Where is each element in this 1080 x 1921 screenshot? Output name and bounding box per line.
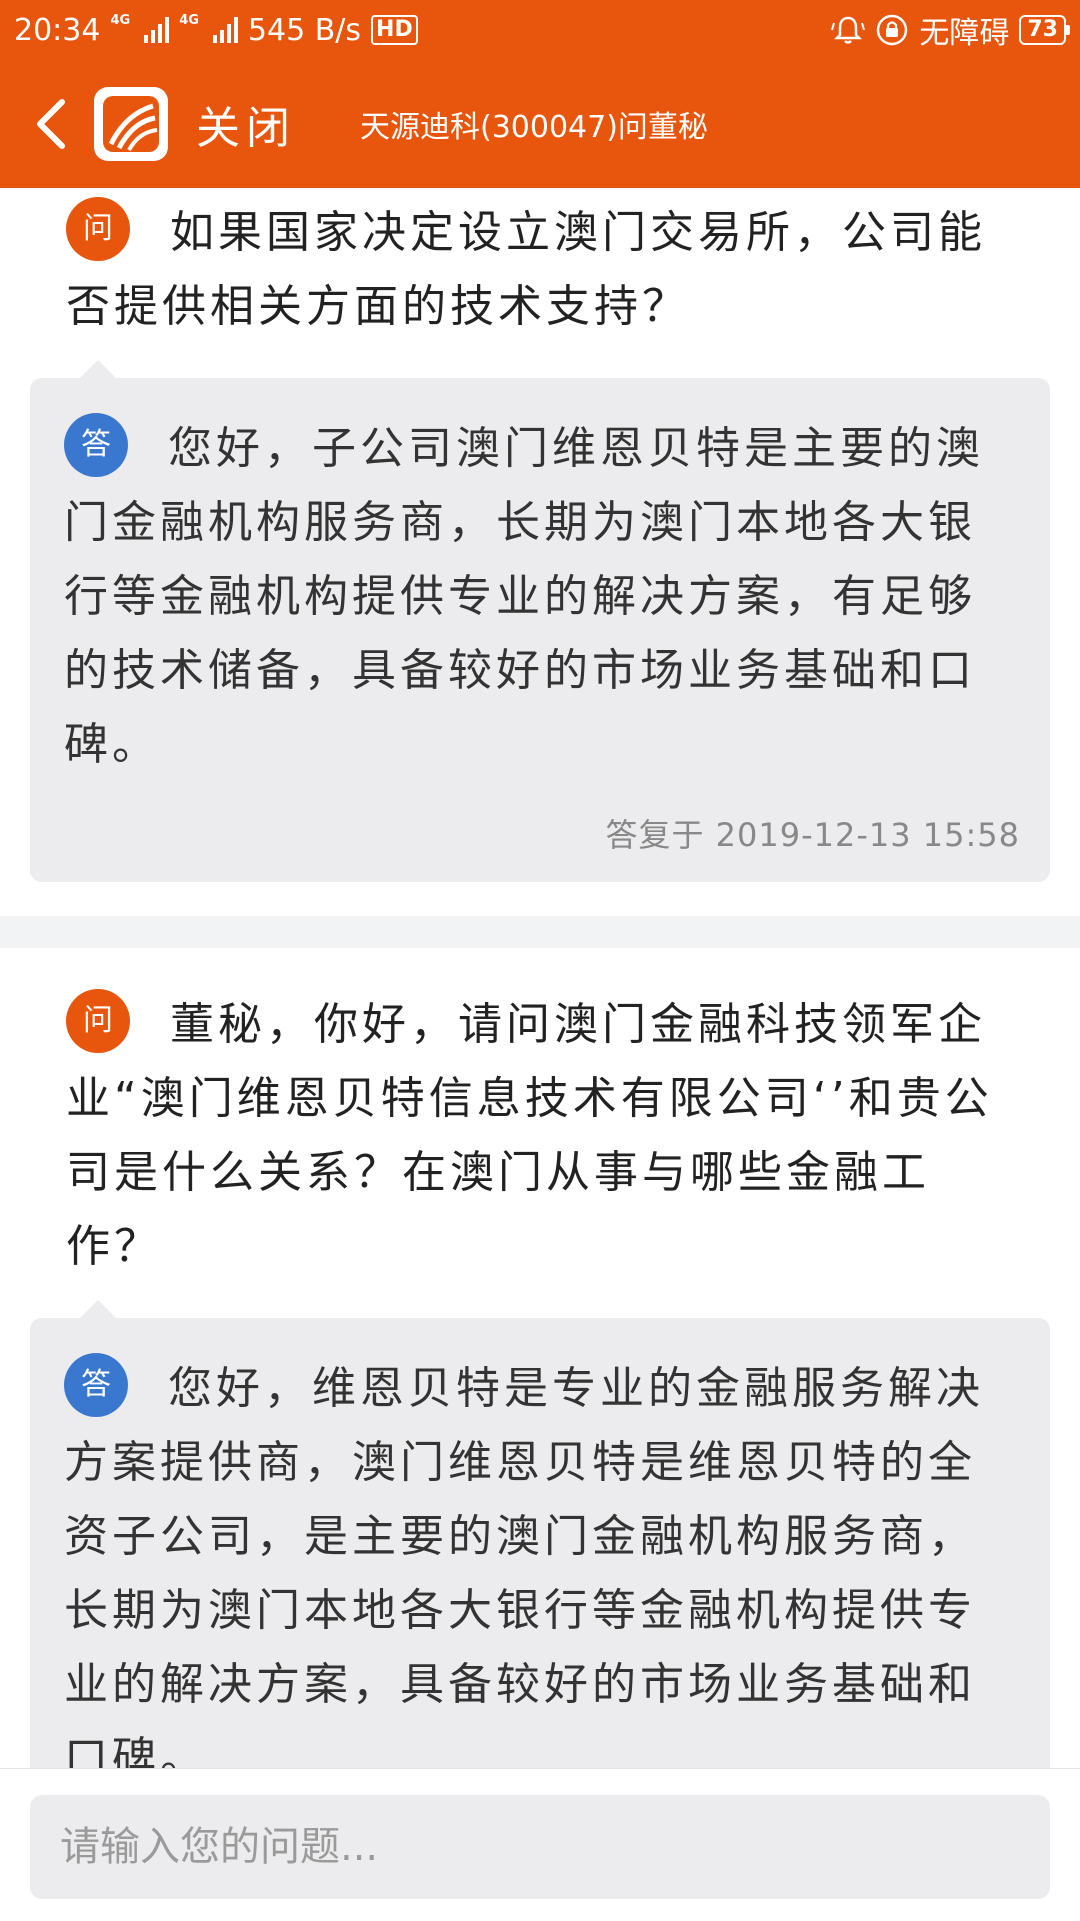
question-text-block: 问董秘，你好，请问澳门金融科技领军企业“澳门维恩贝特信息技术有限公司‘’和贵公司…	[66, 988, 1014, 1284]
question-input[interactable]	[30, 1795, 1050, 1899]
rotation-lock-icon	[877, 14, 908, 46]
answer-badge: 答	[64, 413, 128, 477]
vibrate-bell-icon	[831, 16, 866, 44]
divider	[0, 916, 1080, 948]
input-bar	[0, 1768, 1080, 1921]
question-text-block: 问如果国家决定设立澳门交易所，公司能否提供相关方面的技术支持？	[66, 196, 1014, 344]
hd-icon: HD	[371, 15, 418, 45]
network-type-1: 4G	[110, 12, 131, 28]
qa-item: 问如果国家决定设立澳门交易所，公司能否提供相关方面的技术支持？ 答您好，子公司澳…	[0, 188, 1080, 882]
question-badge: 问	[66, 197, 130, 261]
answer-badge: 答	[64, 1353, 128, 1417]
answer-timestamp: 答复于 2019-12-13 15:58	[605, 816, 1020, 854]
question-text: 如果国家决定设立澳门交易所，公司能否提供相关方面的技术支持？	[66, 207, 986, 332]
chevron-left-icon	[37, 99, 65, 149]
network-speed: 545 B/s	[247, 12, 362, 48]
accessibility-label: 无障碍	[919, 16, 1010, 51]
answer-bubble: 答您好，子公司澳门维恩贝特是主要的澳门金融机构服务商，长期为澳门本地各大银行等金…	[30, 360, 1050, 882]
answer-text-block: 答您好，子公司澳门维恩贝特是主要的澳门金融机构服务商，长期为澳门本地各大银行等金…	[64, 412, 1020, 782]
back-button[interactable]	[10, 60, 90, 188]
app-header: 关闭 天源迪科(300047)问董秘	[0, 60, 1080, 188]
question-text: 董秘，你好，请问澳门金融科技领军企业“澳门维恩贝特信息技术有限公司‘’和贵公司是…	[66, 999, 993, 1272]
answer-text: 您好，子公司澳门维恩贝特是主要的澳门金融机构服务商，长期为澳门本地各大银行等金融…	[64, 423, 984, 770]
signal-icon-2	[212, 17, 238, 43]
status-time: 20:34	[14, 12, 101, 48]
logo-icon	[103, 96, 159, 152]
network-type-2: 4G	[179, 12, 199, 28]
answer-bubble: 答您好，维恩贝特是专业的金融服务解决方案提供商，澳门维恩贝特是维恩贝特的全资子公…	[30, 1300, 1050, 1768]
qa-list: 问如果国家决定设立澳门交易所，公司能否提供相关方面的技术支持？ 答您好，子公司澳…	[0, 188, 1080, 1768]
answer-text-block: 答您好，维恩贝特是专业的金融服务解决方案提供商，澳门维恩贝特是维恩贝特的全资子公…	[64, 1352, 1020, 1768]
status-bar: 20:34 4G 4G 545 B/s HD 无障碍 73	[0, 0, 1080, 60]
qa-item: 问董秘，你好，请问澳门金融科技领军企业“澳门维恩贝特信息技术有限公司‘’和贵公司…	[0, 988, 1080, 1768]
battery-indicator: 73	[1019, 15, 1070, 45]
app-logo	[94, 87, 168, 161]
signal-icon	[144, 17, 170, 43]
page-title: 天源迪科(300047)问董秘	[360, 110, 708, 145]
question-badge: 问	[66, 989, 130, 1053]
close-button[interactable]: 关闭	[196, 92, 296, 156]
answer-text: 您好，维恩贝特是专业的金融服务解决方案提供商，澳门维恩贝特是维恩贝特的全资子公司…	[64, 1363, 984, 1768]
